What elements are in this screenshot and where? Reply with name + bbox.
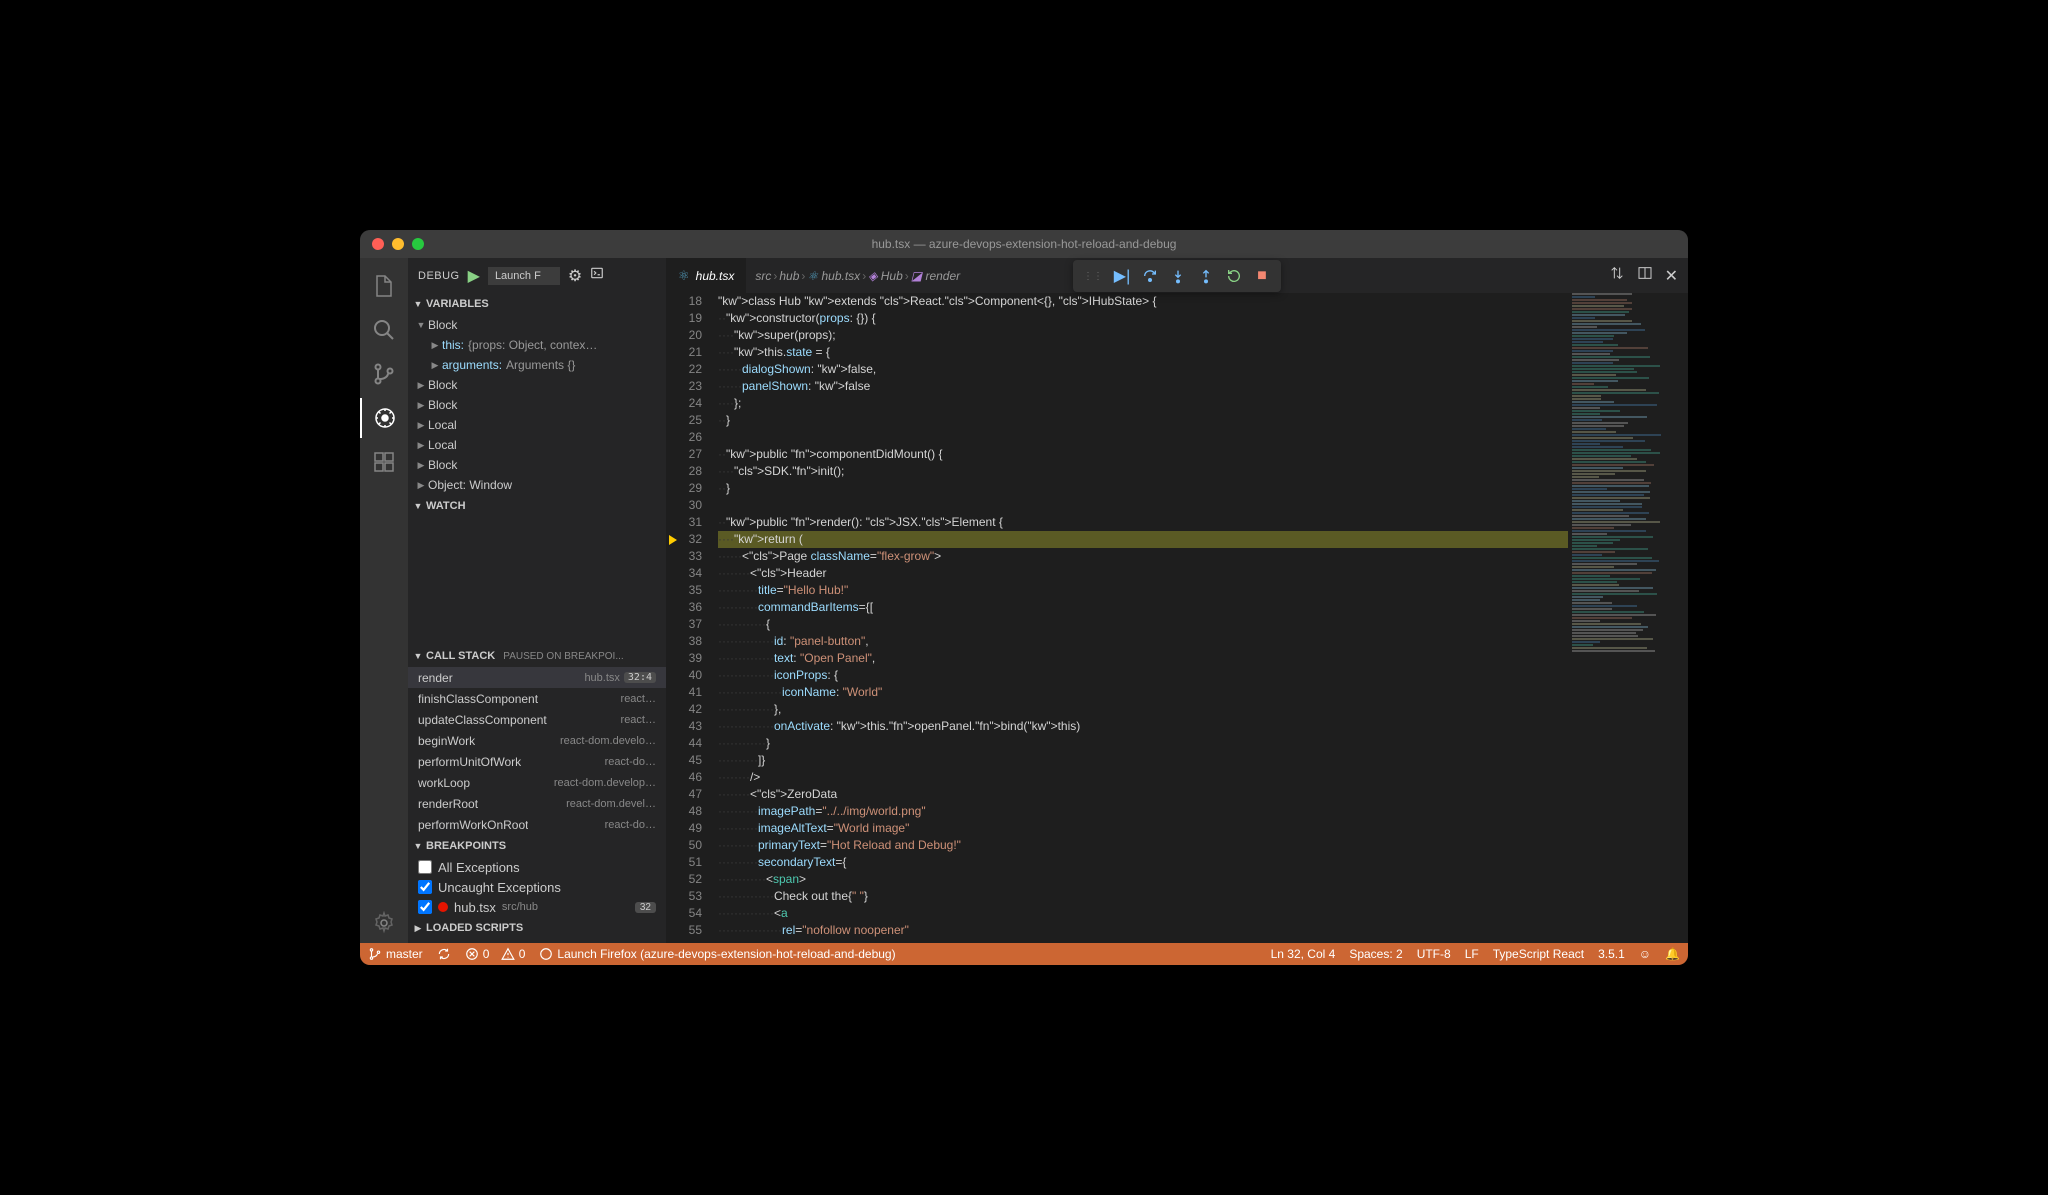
chevron-down-icon: ▼: [410, 299, 426, 309]
eol[interactable]: LF: [1465, 947, 1479, 961]
zoom-window-button[interactable]: [412, 238, 424, 250]
drag-grip-icon[interactable]: ⋮⋮: [1079, 271, 1107, 282]
bp-all-exceptions[interactable]: All Exceptions: [408, 857, 666, 877]
breadcrumb-item[interactable]: hub: [779, 269, 799, 283]
minimap[interactable]: [1568, 293, 1688, 943]
code-editor[interactable]: 1819202122232425262728293031323334353637…: [666, 293, 1688, 943]
settings-gear-icon[interactable]: [360, 903, 408, 943]
chevron-down-icon: ▼: [410, 651, 426, 661]
extensions-icon[interactable]: [360, 442, 408, 482]
step-into-button[interactable]: [1165, 264, 1191, 288]
git-branch[interactable]: master: [368, 947, 423, 961]
step-out-button[interactable]: [1193, 264, 1219, 288]
window-title: hub.tsx — azure-devops-extension-hot-rel…: [872, 237, 1177, 251]
vscode-window: hub.tsx — azure-devops-extension-hot-rel…: [360, 230, 1688, 965]
checkbox[interactable]: [418, 900, 432, 914]
indent[interactable]: Spaces: 2: [1349, 947, 1402, 961]
debug-header: DEBUG ▶ Launch F ⚙: [408, 258, 666, 293]
variables-body: ▼Block▶this: {props: Object, contex…▶arg…: [408, 315, 666, 495]
debug-config-select[interactable]: Launch F: [488, 267, 560, 285]
debug-target[interactable]: Launch Firefox (azure-devops-extension-h…: [539, 947, 895, 961]
variable-row[interactable]: ▶Block: [408, 395, 666, 415]
debug-toolbar[interactable]: ⋮⋮ ▶| ■: [1073, 260, 1281, 292]
breakpoints-section-header[interactable]: ▼ BREAKPOINTS: [408, 835, 666, 857]
debug-console-icon[interactable]: [590, 266, 604, 285]
breadcrumb-item[interactable]: ◪ render: [911, 269, 960, 283]
callstack-frame[interactable]: performWorkOnRootreact-do…: [408, 814, 666, 835]
split-editor-icon[interactable]: [1637, 265, 1653, 286]
chevron-down-icon: ▼: [410, 841, 426, 851]
step-over-button[interactable]: [1137, 264, 1163, 288]
breadcrumb-item[interactable]: src: [755, 269, 771, 283]
callstack-frame[interactable]: renderhub.tsx32:4: [408, 667, 666, 688]
current-line-marker: [669, 535, 677, 545]
stop-button[interactable]: ■: [1249, 264, 1275, 288]
activity-bar: [360, 258, 408, 943]
callstack-frame[interactable]: finishClassComponentreact…: [408, 688, 666, 709]
explorer-icon[interactable]: [360, 266, 408, 306]
restart-button[interactable]: [1221, 264, 1247, 288]
watch-body: [408, 517, 666, 645]
callstack-frame[interactable]: workLoopreact-dom.develop…: [408, 772, 666, 793]
debug-sidebar: DEBUG ▶ Launch F ⚙ ▼ VARIABLES ▼Block▶th…: [408, 258, 666, 943]
gutter[interactable]: 1819202122232425262728293031323334353637…: [666, 293, 718, 943]
language-mode[interactable]: TypeScript React: [1493, 947, 1584, 961]
feedback-icon[interactable]: ☺: [1639, 947, 1651, 961]
code-content[interactable]: "kw">class Hub "kw">extends "cls">React.…: [718, 293, 1568, 943]
notifications-icon[interactable]: 🔔: [1665, 947, 1680, 961]
continue-button[interactable]: ▶|: [1109, 264, 1135, 288]
checkbox[interactable]: [418, 860, 432, 874]
breadcrumb-item[interactable]: ◈ Hub: [868, 269, 903, 283]
compare-icon[interactable]: [1609, 265, 1625, 286]
debug-settings-icon[interactable]: ⚙: [568, 266, 582, 286]
breakpoints-body: All Exceptions Uncaught Exceptions hub.t…: [408, 857, 666, 917]
variable-row[interactable]: ▶arguments: Arguments {}: [408, 355, 666, 375]
start-debug-button[interactable]: ▶: [468, 266, 480, 286]
debug-label: DEBUG: [418, 270, 460, 282]
ts-version[interactable]: 3.5.1: [1598, 947, 1625, 961]
callstack-section-header[interactable]: ▼ CALL STACK PAUSED ON BREAKPOI...: [408, 645, 666, 667]
loaded-scripts-section-header[interactable]: ▶ LOADED SCRIPTS: [408, 917, 666, 939]
workbench-body: DEBUG ▶ Launch F ⚙ ▼ VARIABLES ▼Block▶th…: [360, 258, 1688, 943]
breakpoint-dot-icon: [438, 902, 448, 912]
variable-row[interactable]: ▼Block: [408, 315, 666, 335]
variables-section-header[interactable]: ▼ VARIABLES: [408, 293, 666, 315]
bp-uncaught-exceptions[interactable]: Uncaught Exceptions: [408, 877, 666, 897]
close-window-button[interactable]: [372, 238, 384, 250]
minimize-window-button[interactable]: [392, 238, 404, 250]
editor-actions: ✕: [1599, 258, 1688, 293]
cursor-position[interactable]: Ln 32, Col 4: [1271, 947, 1336, 961]
callstack-frame[interactable]: performUnitOfWorkreact-do…: [408, 751, 666, 772]
traffic-lights: [372, 238, 424, 250]
checkbox[interactable]: [418, 880, 432, 894]
bp-file-entry[interactable]: hub.tsx src/hub 32: [408, 897, 666, 917]
status-bar: master 0 0 Launch Firefox (azure-devops-…: [360, 943, 1688, 965]
chevron-down-icon: ▼: [410, 501, 426, 511]
breadcrumb-item[interactable]: ⚛ hub.tsx: [807, 269, 860, 283]
source-control-icon[interactable]: [360, 354, 408, 394]
callstack-body: renderhub.tsx32:4finishClassComponentrea…: [408, 667, 666, 835]
debug-icon[interactable]: [360, 398, 408, 438]
git-sync[interactable]: [437, 947, 451, 961]
variable-row[interactable]: ▶Block: [408, 375, 666, 395]
editor-area: ⋮⋮ ▶| ■ ⚛ hub.tsx src›hub›⚛ hub.tsx›◈ Hu…: [666, 258, 1688, 943]
variable-row[interactable]: ▶this: {props: Object, contex…: [408, 335, 666, 355]
react-file-icon: ⚛: [678, 268, 690, 284]
problems[interactable]: 0 0: [465, 947, 526, 961]
variable-row[interactable]: ▶Local: [408, 435, 666, 455]
chevron-right-icon: ▶: [410, 923, 426, 934]
callstack-frame[interactable]: renderRootreact-dom.devel…: [408, 793, 666, 814]
variable-row[interactable]: ▶Block: [408, 455, 666, 475]
callstack-frame[interactable]: beginWorkreact-dom.develo…: [408, 730, 666, 751]
titlebar[interactable]: hub.tsx — azure-devops-extension-hot-rel…: [360, 230, 1688, 258]
breadcrumbs[interactable]: src›hub›⚛ hub.tsx›◈ Hub›◪ render: [747, 258, 968, 293]
variable-row[interactable]: ▶Local: [408, 415, 666, 435]
variable-row[interactable]: ▶Object: Window: [408, 475, 666, 495]
callstack-frame[interactable]: updateClassComponentreact…: [408, 709, 666, 730]
watch-section-header[interactable]: ▼ WATCH: [408, 495, 666, 517]
tab-hub-tsx[interactable]: ⚛ hub.tsx: [666, 258, 747, 293]
search-icon[interactable]: [360, 310, 408, 350]
more-icon[interactable]: ✕: [1665, 266, 1678, 286]
encoding[interactable]: UTF-8: [1417, 947, 1451, 961]
